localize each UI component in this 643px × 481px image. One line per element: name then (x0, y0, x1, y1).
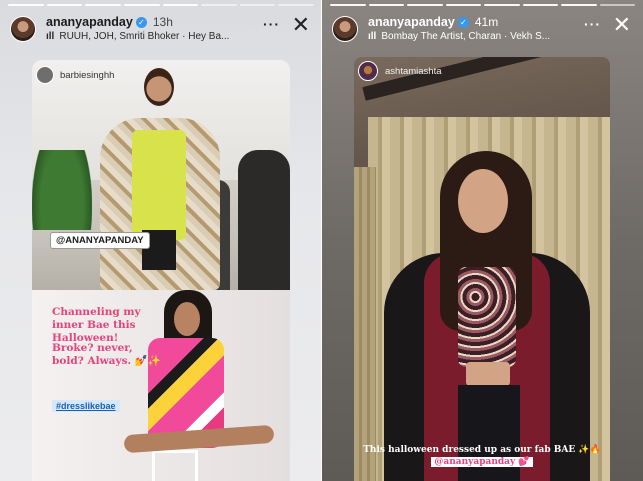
repost-source[interactable]: ashtamiashta (358, 61, 442, 81)
caption-line-1: This halloween dressed up as our fab BAE… (363, 445, 601, 455)
username[interactable]: ananyapanday (368, 15, 455, 29)
repost-card-bottom[interactable]: Channeling my inner Bae this Halloween! … (32, 290, 290, 481)
repost-handle[interactable]: barbiesinghh (60, 70, 114, 81)
username[interactable]: ananyapanday (46, 15, 133, 29)
post-time: 13h (152, 15, 173, 29)
post-time: 41m (474, 15, 499, 29)
hashtag-sticker[interactable]: #dresslikebae (52, 400, 120, 412)
story-header: ananyapanday ✓ 13h ıll RUUH, JOH, Smriti Bh… (10, 12, 314, 48)
photo-model-top (132, 130, 186, 240)
progress-segment (123, 4, 160, 6)
story-progress-bar (330, 4, 635, 6)
progress-segment (8, 4, 44, 6)
repost-avatar[interactable] (358, 61, 378, 81)
progress-segment (162, 4, 199, 6)
progress-segment (561, 4, 597, 6)
music-info[interactable]: ıll RUUH, JOH, Smriti Bhoker · Hey Ba... (46, 31, 256, 42)
photo-midriff (466, 362, 510, 386)
music-text: RUUH, JOH, Smriti Bhoker · Hey Ba... (59, 31, 230, 42)
repost-video[interactable]: ashtamiashta This halloween dressed up a… (354, 57, 610, 481)
avatar[interactable] (10, 16, 36, 42)
mention-sticker[interactable]: @ANANYAPANDAY (50, 232, 150, 249)
repost-handle[interactable]: ashtamiashta (385, 66, 442, 77)
photo-model-head (144, 68, 174, 106)
username-row: ananyapanday ✓ 41m (368, 15, 498, 29)
progress-segment (407, 4, 443, 6)
progress-segment (46, 4, 83, 6)
promo-title: Channeling my inner Bae this Halloween! (52, 306, 141, 344)
photo-face (458, 169, 508, 233)
verified-badge-icon: ✓ (135, 17, 147, 29)
repost-source[interactable]: barbiesinghh (36, 66, 114, 84)
close-icon[interactable]: ✕ (613, 12, 631, 38)
photo-top (458, 267, 516, 367)
progress-segment (330, 4, 366, 6)
progress-segment (201, 4, 237, 6)
verified-badge-icon: ✓ (457, 17, 469, 29)
music-info[interactable]: ıll Bombay The Artist, Charan · Vekh S... (368, 31, 578, 42)
more-options-icon[interactable]: ··· (584, 16, 601, 32)
progress-segment (368, 4, 404, 6)
music-text: Bombay The Artist, Charan · Vekh S... (381, 31, 551, 42)
music-bars-icon: ıll (368, 31, 377, 42)
progress-segment (445, 4, 481, 6)
story-left[interactable]: ananyapanday ✓ 13h ıll RUUH, JOH, Smriti Bh… (0, 0, 322, 481)
close-icon[interactable]: ✕ (292, 12, 310, 38)
username-row: ananyapanday ✓ 13h (46, 15, 173, 29)
caption-line-2: @ananyapanday 💕 (354, 457, 610, 467)
photo-curtain-left (354, 167, 376, 481)
repost-card-top[interactable]: barbiesinghh @ANANYAPANDAY (32, 60, 290, 290)
music-bars-icon: ıll (46, 31, 55, 42)
progress-segment (85, 4, 121, 6)
progress-segment (278, 4, 314, 6)
promo-subtitle: Broke? never, bold? Always. 💅✨ (52, 342, 161, 367)
more-options-icon[interactable]: ··· (263, 16, 280, 32)
photo-bystander (238, 150, 290, 290)
progress-segment (239, 4, 276, 6)
progress-segment (484, 4, 520, 6)
repost-avatar[interactable] (36, 66, 54, 84)
photo-model-face (174, 302, 200, 336)
progress-segment (599, 4, 635, 6)
photo-model-legs (123, 424, 275, 454)
caption-mention[interactable]: @ananyapanday 💕 (431, 457, 533, 467)
photo-stool (152, 450, 198, 481)
avatar[interactable] (332, 16, 358, 42)
story-progress-bar (8, 4, 314, 6)
progress-segment (522, 4, 558, 6)
story-right[interactable]: ananyapanday ✓ 41m ıll Bombay The Artist, C… (322, 0, 643, 481)
story-header: ananyapanday ✓ 41m ıll Bombay The Artist, C… (332, 12, 635, 48)
